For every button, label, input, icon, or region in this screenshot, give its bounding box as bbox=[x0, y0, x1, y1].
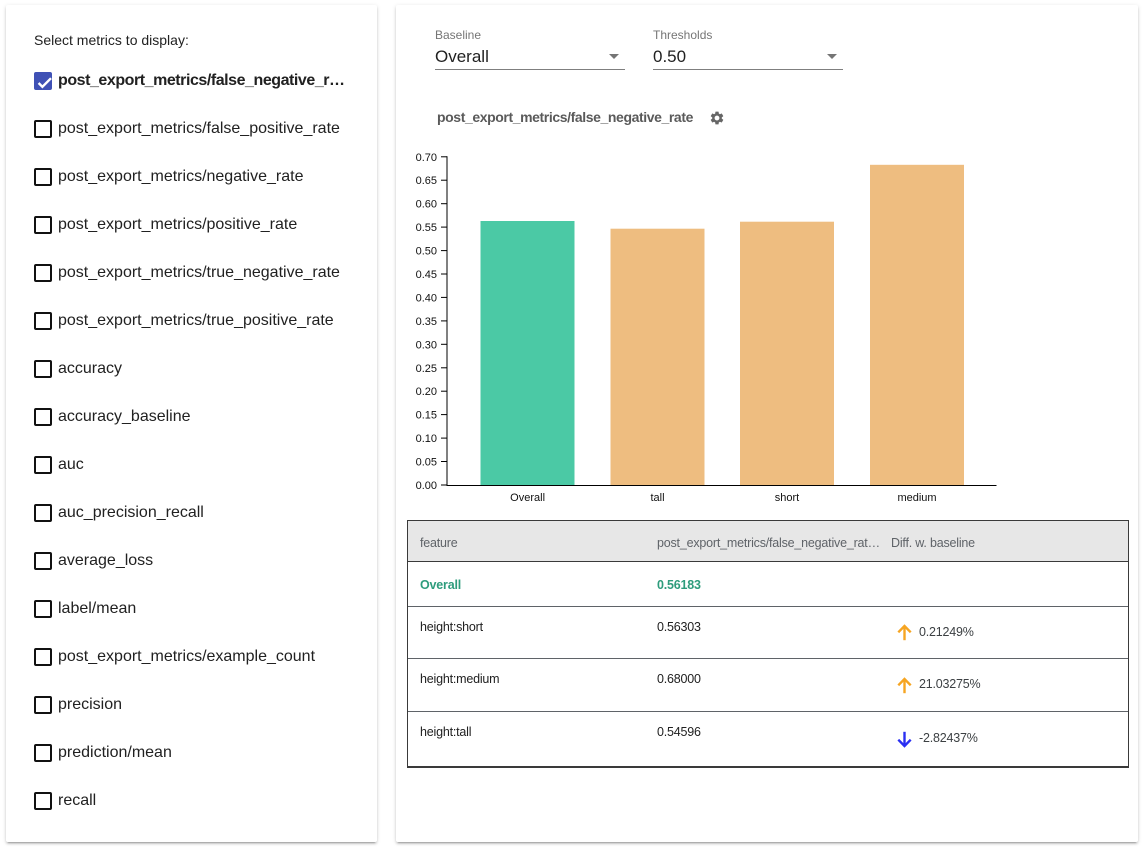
svg-text:0.05: 0.05 bbox=[416, 457, 437, 469]
svg-text:0.35: 0.35 bbox=[416, 316, 437, 328]
svg-text:Overall: Overall bbox=[510, 492, 545, 504]
svg-text:0.45: 0.45 bbox=[416, 269, 437, 281]
svg-text:0.55: 0.55 bbox=[416, 222, 437, 234]
svg-text:0.60: 0.60 bbox=[416, 199, 437, 211]
svg-text:medium: medium bbox=[897, 492, 936, 504]
svg-text:0.40: 0.40 bbox=[416, 292, 437, 304]
svg-text:0.70: 0.70 bbox=[416, 152, 437, 164]
svg-text:0.15: 0.15 bbox=[416, 410, 437, 422]
svg-text:0.00: 0.00 bbox=[416, 480, 437, 492]
svg-text:0.50: 0.50 bbox=[416, 246, 437, 258]
svg-text:0.10: 0.10 bbox=[416, 433, 437, 445]
svg-text:0.25: 0.25 bbox=[416, 363, 437, 375]
svg-text:0.65: 0.65 bbox=[416, 175, 437, 187]
svg-text:0.20: 0.20 bbox=[416, 386, 437, 398]
svg-text:short: short bbox=[775, 492, 799, 504]
svg-text:0.30: 0.30 bbox=[416, 339, 437, 351]
svg-text:tall: tall bbox=[650, 492, 664, 504]
